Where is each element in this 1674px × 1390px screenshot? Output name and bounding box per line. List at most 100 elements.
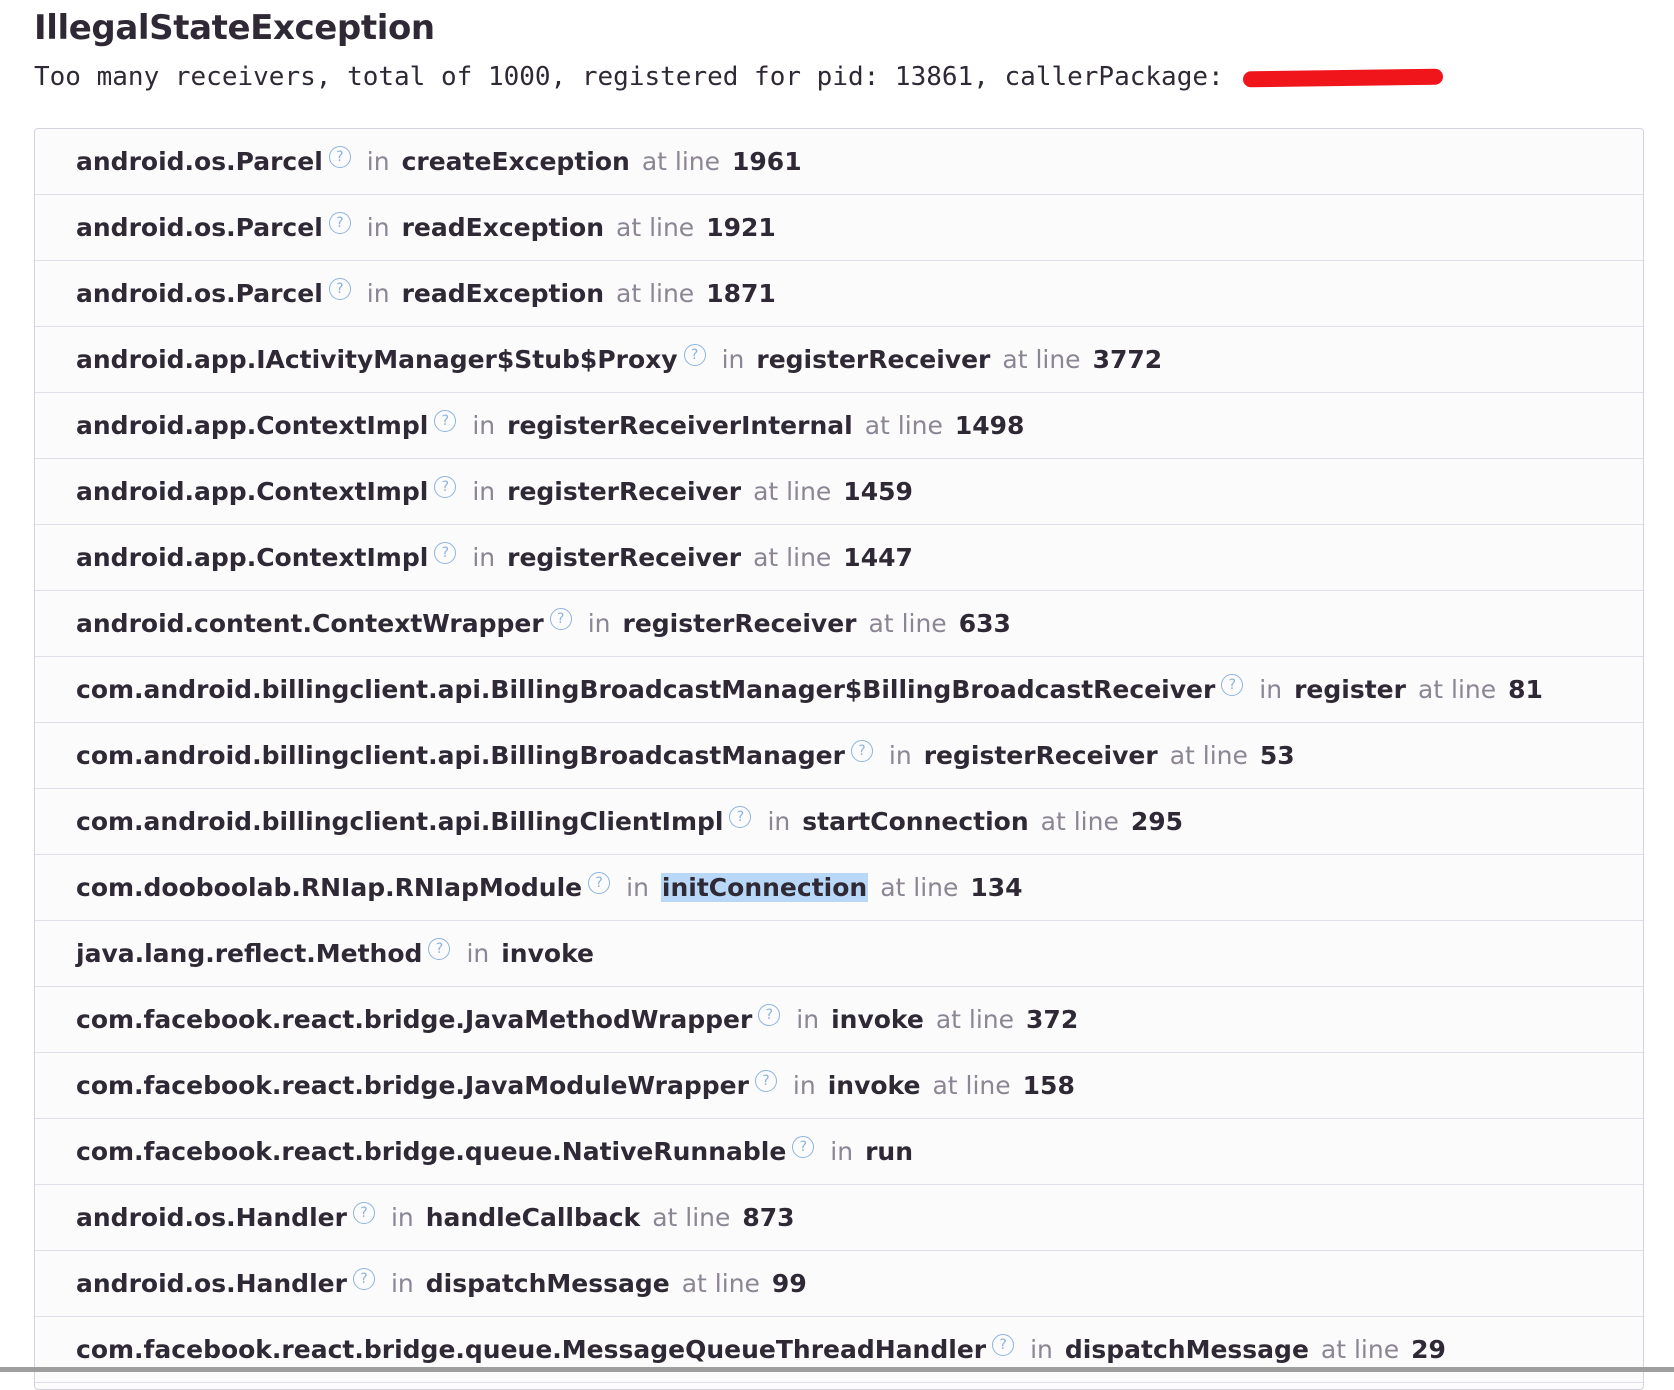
frame-in-label: in bbox=[767, 807, 791, 836]
frame-in-label: in bbox=[390, 1203, 414, 1232]
frame-module: com.facebook.react.bridge.JavaMethodWrap… bbox=[76, 1005, 753, 1034]
frame-function: dispatchMessage bbox=[1064, 1335, 1309, 1364]
question-circle-icon[interactable]: ? bbox=[352, 1201, 375, 1224]
frame-line-number: 81 bbox=[1508, 675, 1543, 704]
frame-function: invoke bbox=[501, 939, 594, 968]
frame-in-label: in bbox=[472, 477, 496, 506]
window-bottom-edge bbox=[0, 1367, 1674, 1372]
frame-line-number: 158 bbox=[1022, 1071, 1075, 1100]
frame-module: android.os.Handler bbox=[76, 1269, 347, 1298]
frame-at-line-label: at line bbox=[1169, 741, 1248, 770]
frame-in-label: in bbox=[366, 279, 390, 308]
question-circle-icon[interactable]: ? bbox=[992, 1333, 1015, 1356]
frame-in-label: in bbox=[1030, 1335, 1053, 1364]
frame-function: createException bbox=[401, 147, 630, 176]
stack-frame-row[interactable]: com.facebook.react.bridge.JavaMethodWrap… bbox=[35, 987, 1643, 1053]
question-circle-icon[interactable]: ? bbox=[352, 1267, 375, 1290]
stack-frame-row[interactable]: android.app.IActivityManager$Stub$Proxy?… bbox=[35, 327, 1643, 393]
question-circle-icon[interactable]: ? bbox=[683, 343, 706, 366]
question-circle-icon[interactable]: ? bbox=[434, 475, 457, 498]
stack-frame-row[interactable]: java.lang.reflect.Method? in invoke bbox=[35, 921, 1643, 987]
stack-frame-row[interactable]: com.android.billingclient.api.BillingCli… bbox=[35, 789, 1643, 855]
frame-module: android.app.IActivityManager$Stub$Proxy bbox=[76, 345, 678, 374]
stacktrace-frames: android.os.Parcel? in createException at li… bbox=[34, 128, 1644, 1390]
question-circle-icon[interactable]: ? bbox=[549, 607, 572, 630]
stack-frame-row[interactable]: android.os.Parcel? in readException at line… bbox=[35, 261, 1643, 327]
frame-module: com.android.billingclient.api.BillingBro… bbox=[76, 741, 845, 770]
stack-frame-row[interactable]: android.app.ContextImpl? in registerReceiv… bbox=[35, 459, 1643, 525]
stack-frame-row[interactable]: com.facebook.react.bridge.queue.MessageQ… bbox=[35, 1317, 1643, 1383]
frame-at-line-label: at line bbox=[616, 213, 695, 242]
question-circle-icon[interactable]: ? bbox=[792, 1135, 815, 1158]
question-circle-icon[interactable]: ? bbox=[434, 541, 457, 564]
question-circle-icon[interactable]: ? bbox=[434, 409, 457, 432]
frame-in-label: in bbox=[888, 741, 912, 770]
frame-in-label: in bbox=[792, 1071, 816, 1100]
stack-frame-row[interactable]: com.facebook.react.bridge.JavaModuleWrap… bbox=[35, 1053, 1643, 1119]
frame-function: registerReceiverInternal bbox=[507, 411, 853, 440]
question-circle-icon[interactable]: ? bbox=[850, 739, 873, 762]
frame-module: android.app.ContextImpl bbox=[76, 477, 429, 506]
frame-line-number: 99 bbox=[771, 1269, 807, 1298]
frame-at-line-label: at line bbox=[641, 147, 721, 176]
exception-title: IllegalStateException bbox=[34, 8, 435, 48]
frame-function: initConnection bbox=[660, 873, 869, 902]
frame-function: registerReceiver bbox=[622, 609, 857, 638]
stack-frame-row[interactable]: android.app.ContextImpl? in registerReceiv… bbox=[35, 525, 1643, 591]
frame-at-line-label: at line bbox=[753, 543, 832, 572]
frame-in-label: in bbox=[472, 411, 496, 440]
stack-frame-row[interactable]: android.os.Handler? in handleCallback at li… bbox=[35, 1185, 1643, 1251]
frame-function: handleCallback bbox=[425, 1203, 641, 1232]
frame-function: registerReceiver bbox=[507, 543, 742, 572]
frame-function: dispatchMessage bbox=[425, 1269, 670, 1298]
question-circle-icon[interactable]: ? bbox=[729, 805, 752, 828]
frame-function: register bbox=[1294, 675, 1406, 704]
frame-at-line-label: at line bbox=[1040, 807, 1119, 836]
stack-frame-row[interactable]: android.content.ContextWrapper? in registe… bbox=[35, 591, 1643, 657]
stack-frame-row[interactable]: com.android.billingclient.api.BillingBro… bbox=[35, 657, 1643, 723]
frame-at-line-label: at line bbox=[1002, 345, 1081, 374]
exception-message-text: Too many receivers, total of 1000, regis… bbox=[34, 62, 1240, 92]
question-circle-icon[interactable]: ? bbox=[588, 871, 611, 894]
frame-in-label: in bbox=[587, 609, 611, 638]
stack-frame-row[interactable]: android.os.Parcel? in createException at li… bbox=[35, 129, 1643, 195]
stack-frame-row[interactable]: com.dooboolab.RNIap.RNIapModule? in initCo… bbox=[35, 855, 1643, 921]
stack-frame-row[interactable]: android.os.Parcel? in readException at line… bbox=[35, 195, 1643, 261]
frame-function: startConnection bbox=[802, 807, 1029, 836]
question-circle-icon[interactable]: ? bbox=[328, 277, 351, 300]
frame-module: com.facebook.react.bridge.queue.NativeRu… bbox=[76, 1137, 787, 1166]
frame-function: invoke bbox=[827, 1071, 921, 1100]
frame-in-label: in bbox=[466, 939, 490, 968]
frame-at-line-label: at line bbox=[1417, 675, 1497, 704]
frame-line-number: 29 bbox=[1411, 1335, 1446, 1364]
frame-at-line-label: at line bbox=[932, 1071, 1011, 1100]
frame-module: com.android.billingclient.api.BillingBro… bbox=[76, 675, 1216, 704]
frame-at-line-label: at line bbox=[935, 1005, 1015, 1034]
frame-module: android.os.Parcel bbox=[76, 279, 323, 308]
frame-module: android.os.Parcel bbox=[76, 213, 323, 242]
frame-at-line-label: at line bbox=[616, 279, 695, 308]
frame-function: run bbox=[865, 1137, 914, 1166]
stack-frame-row[interactable]: com.android.billingclient.api.BillingBro… bbox=[35, 723, 1643, 789]
frame-module: android.content.ContextWrapper bbox=[76, 609, 544, 638]
frame-in-label: in bbox=[796, 1005, 820, 1034]
frame-line-number: 1921 bbox=[706, 213, 776, 242]
frame-in-label: in bbox=[1259, 675, 1283, 704]
question-circle-icon[interactable]: ? bbox=[1221, 673, 1244, 696]
question-circle-icon[interactable]: ? bbox=[754, 1069, 777, 1092]
frame-line-number: 134 bbox=[970, 873, 1023, 902]
stack-frame-row[interactable]: com.facebook.react.bridge.queue.NativeRu… bbox=[35, 1119, 1643, 1185]
question-circle-icon[interactable]: ? bbox=[328, 211, 351, 234]
frame-in-label: in bbox=[366, 213, 390, 242]
frame-in-label: in bbox=[390, 1269, 414, 1298]
question-circle-icon[interactable]: ? bbox=[758, 1003, 781, 1026]
frame-line-number: 3772 bbox=[1092, 345, 1163, 374]
stack-frame-row[interactable]: android.os.Handler? in dispatchMessage at l… bbox=[35, 1251, 1643, 1317]
question-circle-icon[interactable]: ? bbox=[328, 145, 351, 168]
frame-module: com.android.billingclient.api.BillingCli… bbox=[76, 807, 724, 836]
stack-frame-row[interactable]: android.app.ContextImpl? in registerReceiv… bbox=[35, 393, 1643, 459]
frame-line-number: 295 bbox=[1130, 807, 1184, 836]
frame-line-number: 372 bbox=[1026, 1005, 1079, 1034]
frame-function: invoke bbox=[831, 1005, 924, 1034]
question-circle-icon[interactable]: ? bbox=[428, 937, 451, 960]
